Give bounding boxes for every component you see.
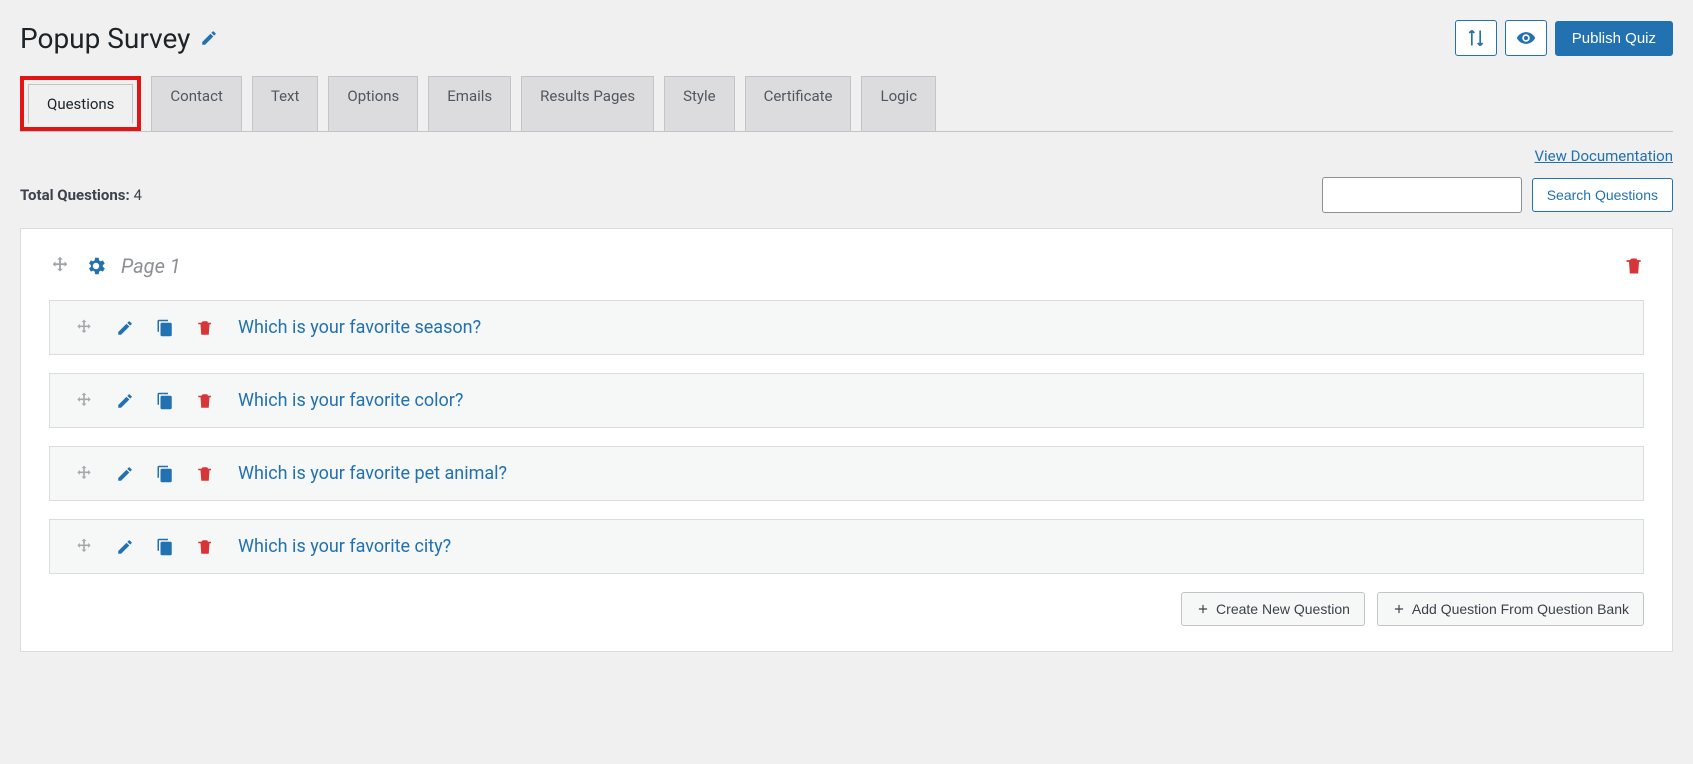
- doc-link-row: View Documentation: [20, 147, 1673, 165]
- question-text[interactable]: Which is your favorite season?: [238, 317, 481, 338]
- add-from-bank-button[interactable]: Add Question From Question Bank: [1377, 592, 1644, 626]
- trash-icon[interactable]: [196, 538, 214, 556]
- question-icons: [74, 464, 214, 484]
- trash-icon[interactable]: [196, 319, 214, 337]
- move-icon[interactable]: [74, 537, 94, 557]
- question-text[interactable]: Which is your favorite color?: [238, 390, 463, 411]
- tab-contact[interactable]: Contact: [151, 76, 241, 131]
- question-row: Which is your favorite pet animal?: [49, 446, 1644, 501]
- total-questions-count: 4: [133, 186, 141, 204]
- pencil-icon[interactable]: [116, 392, 134, 410]
- tab-results-pages[interactable]: Results Pages: [521, 76, 654, 131]
- tab-emails[interactable]: Emails: [428, 76, 511, 131]
- move-icon[interactable]: [74, 391, 94, 411]
- bottom-actions: Create New Question Add Question From Qu…: [49, 592, 1644, 626]
- question-text[interactable]: Which is your favorite pet animal?: [238, 463, 507, 484]
- plus-icon: [1392, 602, 1406, 616]
- total-questions: Total Questions: 4: [20, 186, 142, 204]
- gear-icon[interactable]: [85, 255, 107, 277]
- tab-questions[interactable]: Questions: [28, 84, 133, 124]
- page-title-wrap: Popup Survey: [20, 22, 218, 55]
- view-documentation-link[interactable]: View Documentation: [1534, 147, 1673, 165]
- trash-icon[interactable]: [1624, 256, 1644, 276]
- highlight-box: Questions: [20, 76, 141, 131]
- copy-icon[interactable]: [156, 319, 174, 337]
- stats-row: Total Questions: 4 Search Questions: [20, 177, 1673, 213]
- page-title: Popup Survey: [20, 22, 190, 55]
- search-questions-button[interactable]: Search Questions: [1532, 178, 1673, 212]
- tab-style[interactable]: Style: [664, 76, 735, 131]
- page-label: Page 1: [121, 254, 181, 278]
- tab-options[interactable]: Options: [328, 76, 418, 131]
- question-icons: [74, 391, 214, 411]
- page-card: Page 1 Which is your favorite season? Wh…: [20, 228, 1673, 652]
- add-from-bank-label: Add Question From Question Bank: [1412, 601, 1629, 617]
- question-text[interactable]: Which is your favorite city?: [238, 536, 451, 557]
- page-header-left: Page 1: [49, 254, 181, 278]
- tab-text[interactable]: Text: [252, 76, 319, 131]
- question-icons: [74, 318, 214, 338]
- pencil-icon[interactable]: [116, 465, 134, 483]
- header-row: Popup Survey Publish Quiz: [20, 20, 1673, 56]
- copy-icon[interactable]: [156, 392, 174, 410]
- reorder-button[interactable]: [1455, 20, 1497, 56]
- tabs: Questions Contact Text Options Emails Re…: [20, 76, 1673, 132]
- page-header: Page 1: [49, 254, 1644, 278]
- tab-certificate[interactable]: Certificate: [745, 76, 852, 131]
- copy-icon[interactable]: [156, 465, 174, 483]
- header-actions: Publish Quiz: [1455, 20, 1673, 56]
- trash-icon[interactable]: [196, 392, 214, 410]
- trash-icon[interactable]: [196, 465, 214, 483]
- plus-icon: [1196, 602, 1210, 616]
- move-icon[interactable]: [74, 318, 94, 338]
- question-row: Which is your favorite season?: [49, 300, 1644, 355]
- total-questions-label: Total Questions:: [20, 186, 130, 204]
- move-icon[interactable]: [74, 464, 94, 484]
- preview-button[interactable]: [1505, 20, 1547, 56]
- create-new-question-label: Create New Question: [1216, 601, 1350, 617]
- tab-logic[interactable]: Logic: [861, 76, 936, 131]
- create-new-question-button[interactable]: Create New Question: [1181, 592, 1365, 626]
- search-wrap: Search Questions: [1322, 177, 1673, 213]
- pencil-icon[interactable]: [200, 29, 218, 47]
- question-icons: [74, 537, 214, 557]
- pencil-icon[interactable]: [116, 538, 134, 556]
- publish-quiz-button[interactable]: Publish Quiz: [1555, 21, 1673, 56]
- pencil-icon[interactable]: [116, 319, 134, 337]
- search-input[interactable]: [1322, 177, 1522, 213]
- copy-icon[interactable]: [156, 538, 174, 556]
- move-icon[interactable]: [49, 255, 71, 277]
- question-row: Which is your favorite color?: [49, 373, 1644, 428]
- question-row: Which is your favorite city?: [49, 519, 1644, 574]
